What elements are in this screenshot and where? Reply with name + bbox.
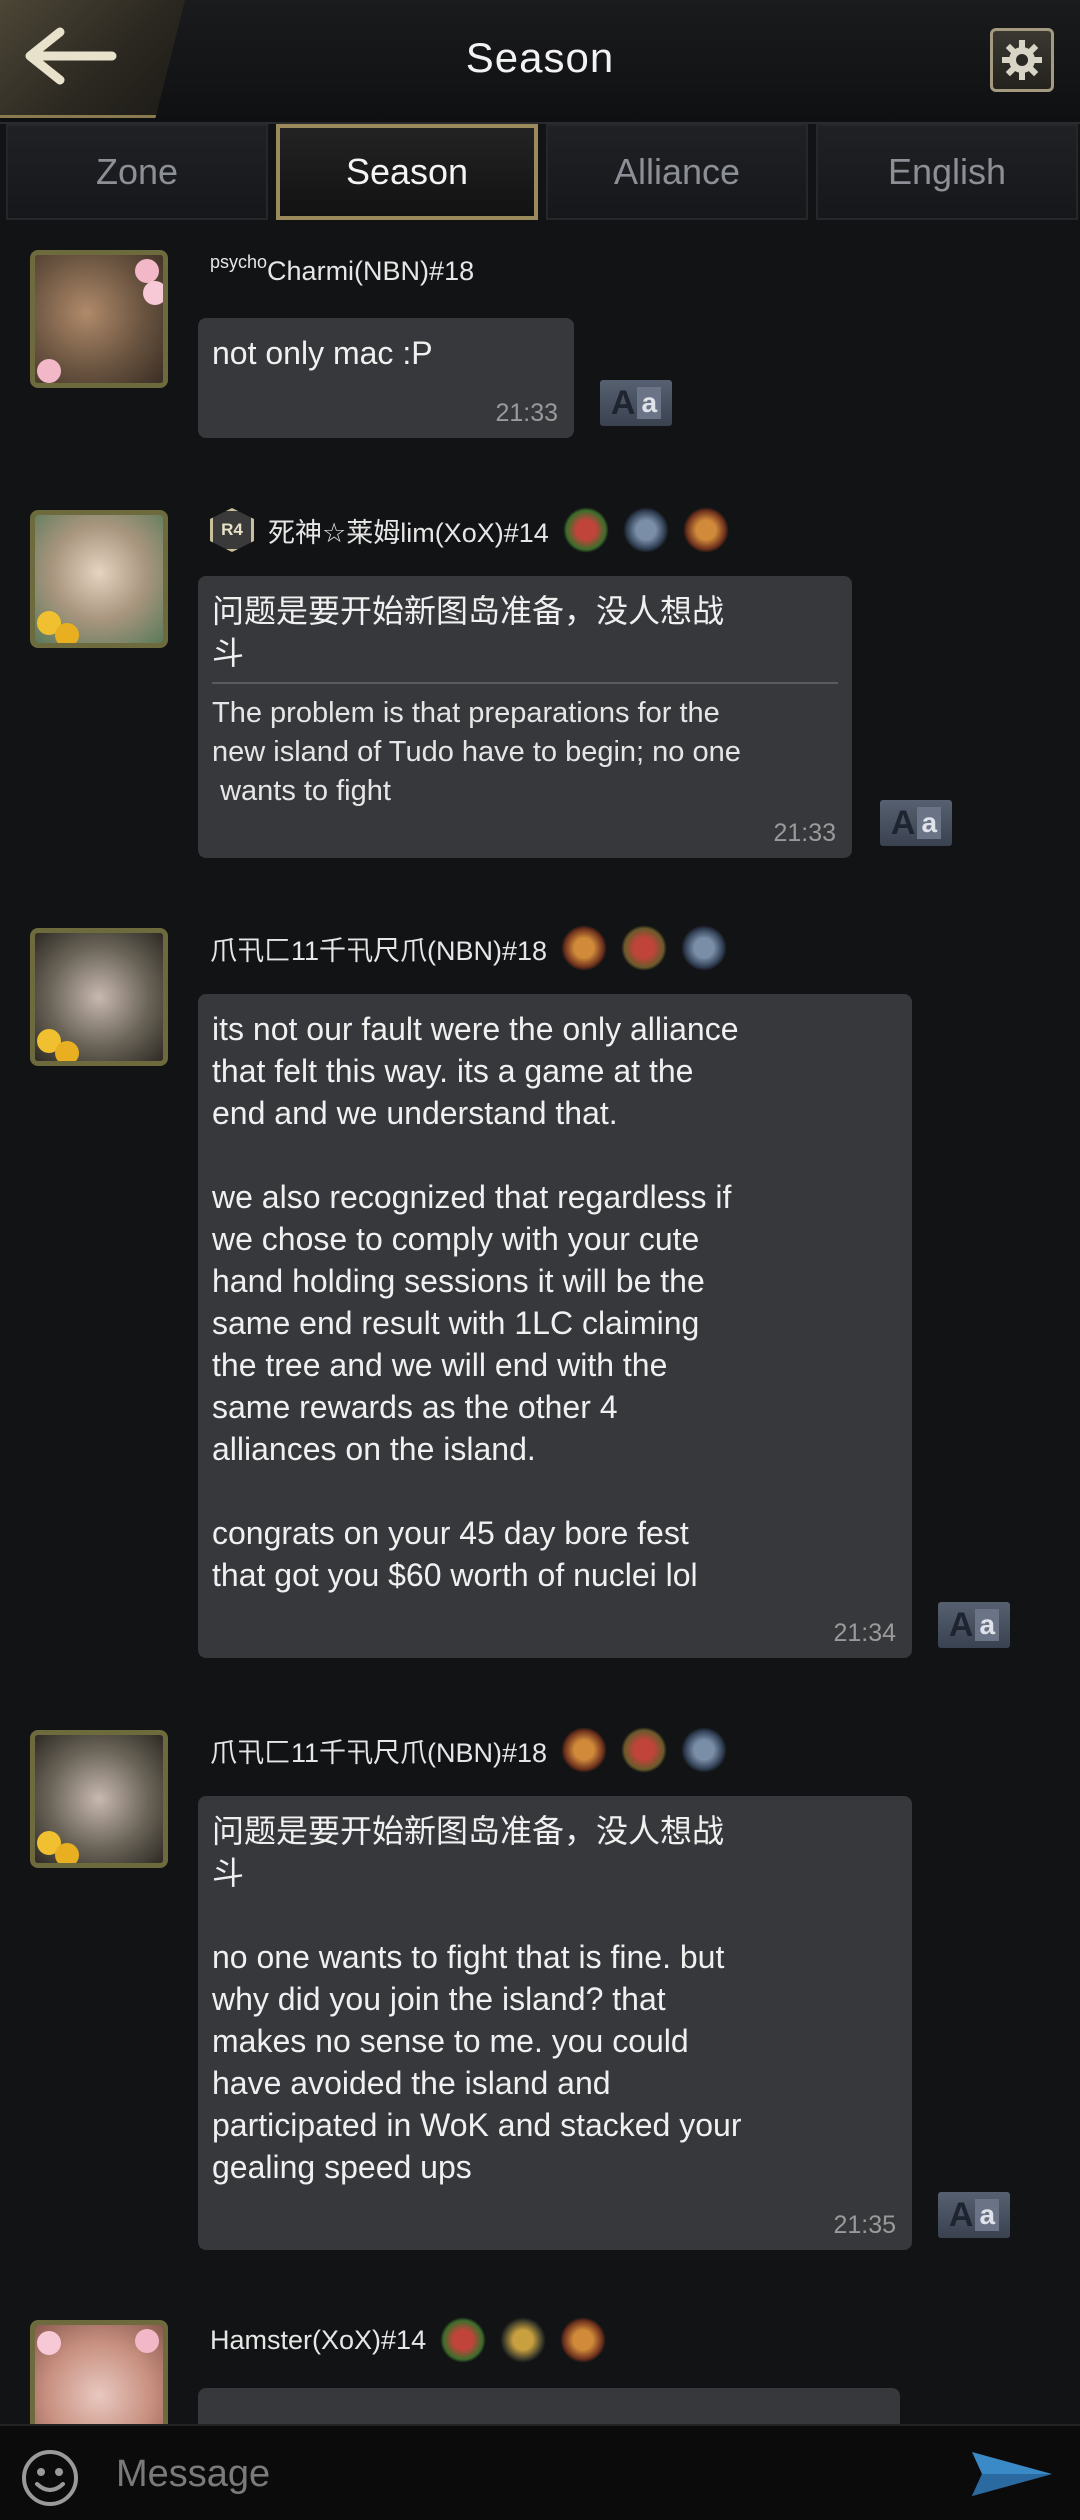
medal-icon bbox=[440, 2317, 487, 2363]
medal-icon bbox=[621, 925, 668, 971]
translate-button[interactable]: Aa bbox=[938, 1602, 1010, 1648]
message-time: 21:33 bbox=[495, 399, 558, 427]
message-time: 21:33 bbox=[773, 819, 836, 847]
emoji-button[interactable] bbox=[20, 2448, 80, 2513]
original-text: 问题是要开始新图岛准备，没人想战 斗 bbox=[212, 593, 725, 671]
tab-season[interactable]: Season bbox=[276, 124, 538, 220]
sender-name: 爪卂匚11千卂尺爪(NBN)#18 bbox=[210, 925, 728, 971]
medal-icon bbox=[562, 507, 609, 553]
message-time: 21:35 bbox=[833, 2211, 896, 2239]
translate-button[interactable]: Aa bbox=[600, 380, 672, 426]
message-input-bar bbox=[0, 2424, 1080, 2520]
medal-icon bbox=[561, 925, 608, 971]
message-text: its not our fault were the only alliance… bbox=[212, 1011, 739, 1593]
rank-badge: R4 bbox=[210, 508, 254, 552]
medal-icon bbox=[681, 925, 728, 971]
medal-icon bbox=[500, 2317, 547, 2363]
gear-icon bbox=[1002, 40, 1042, 80]
send-button[interactable] bbox=[970, 2448, 1054, 2505]
medal-icon bbox=[681, 1727, 728, 1773]
tab-zone[interactable]: Zone bbox=[6, 124, 268, 220]
translate-button[interactable]: Aa bbox=[880, 800, 952, 846]
top-bar: Season bbox=[0, 0, 1080, 124]
settings-button[interactable] bbox=[990, 28, 1054, 92]
message-text: 问题是要开始新图岛准备，没人想战 斗 no one wants to fight… bbox=[212, 1813, 742, 2185]
medal-icon bbox=[561, 1727, 608, 1773]
avatar[interactable] bbox=[30, 1730, 168, 1868]
message-text: not only mac :P bbox=[212, 335, 433, 371]
message-bubble[interactable]: its not our fault were the only alliance… bbox=[198, 994, 912, 1658]
tab-alliance[interactable]: Alliance bbox=[546, 124, 808, 220]
avatar[interactable] bbox=[30, 928, 168, 1066]
sender-name: 爪卂匚11千卂尺爪(NBN)#18 bbox=[210, 1727, 728, 1773]
avatar[interactable] bbox=[30, 250, 168, 388]
smiley-icon bbox=[22, 2450, 78, 2506]
translated-text: The problem is that preparations for the… bbox=[212, 697, 741, 807]
send-icon bbox=[972, 2452, 1052, 2496]
medal-icon bbox=[682, 507, 729, 553]
message-time: 21:34 bbox=[833, 1619, 896, 1647]
page-title: Season bbox=[465, 34, 615, 81]
sender-name: R4 死神☆莱姆lim(XoX)#14 bbox=[210, 507, 729, 553]
translation-divider bbox=[212, 682, 838, 684]
message-bubble[interactable]: 问题是要开始新图岛准备，没人想战 斗 no one wants to fight… bbox=[198, 1796, 912, 2250]
message-bubble[interactable]: 问题是要开始新图岛准备，没人想战 斗 The problem is that p… bbox=[198, 576, 852, 858]
medal-icon bbox=[622, 507, 669, 553]
translate-button[interactable]: Aa bbox=[938, 2192, 1010, 2238]
message-input[interactable] bbox=[100, 2440, 950, 2508]
tab-english[interactable]: English bbox=[816, 124, 1078, 220]
medal-icon bbox=[560, 2317, 607, 2363]
sender-name: Hamster(XoX)#14 bbox=[210, 2317, 607, 2363]
avatar[interactable] bbox=[30, 510, 168, 648]
sender-name: psychoCharmi(NBN)#18 bbox=[210, 251, 475, 286]
channel-tabs: Zone Season Alliance English bbox=[0, 124, 1080, 224]
medal-icon bbox=[621, 1727, 668, 1773]
message-bubble[interactable]: not only mac :P 21:33 bbox=[198, 318, 574, 438]
